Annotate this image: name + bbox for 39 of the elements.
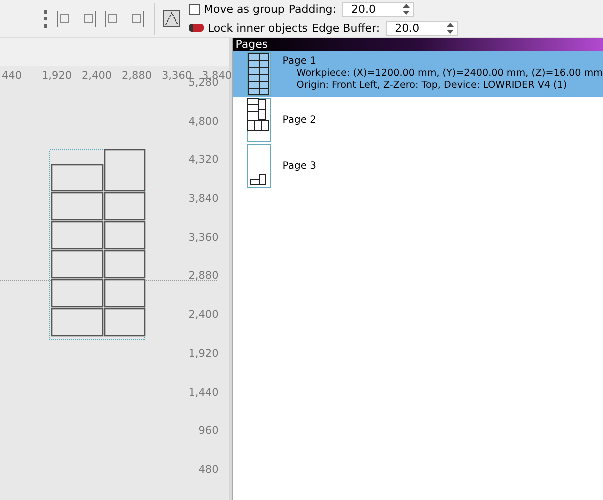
page-thumbnail-icon [246,98,271,142]
spinner-arrows-icon[interactable] [403,4,410,14]
padding-field[interactable]: 20.0 [342,2,414,16]
sheet-layout-drawing[interactable] [49,149,146,343]
page-thumbnail-icon [246,144,271,188]
page-name: Page 3 [282,160,317,172]
page-details: Workpiece: (X)=1200.00 mm, (Y)=2400.00 mm, (Z)=16.00 mm [296,68,603,79]
ruler-label: 2,880 [122,70,154,82]
ruler-label: 5,280 [188,77,219,91]
page-name: Page 1 [282,56,318,67]
page-item[interactable]: Page 3 [232,143,603,189]
page-item[interactable]: Page 1 Workpiece: (X)=1200.00 mm, (Y)=2400.00 mm, (Z)=16.00 mm Origin: Front Left, Z-Zero: Top, Device: LOWRIDER V4 (1) [232,51,603,97]
edge-buffer-label: Edge Buffer: [312,22,380,34]
ruler-label: 1,920 [42,70,74,82]
ruler-label: 3,840 [188,193,219,208]
checkbox[interactable] [189,4,200,14]
grip-icon [44,10,50,28]
option-label: Move as group [204,2,285,16]
page-name: Page 2 [282,114,317,126]
ruler-label: 440 [2,70,24,82]
option-label: Lock inner objects [208,22,308,34]
spinner-arrows-icon[interactable] [447,22,454,34]
ruler-label: 3,360 [188,232,219,246]
panel-title: Pages [232,38,603,51]
padding-label: Padding: [288,2,336,16]
ruler-label: 2,400 [188,309,219,324]
page-details: Origin: Front Left, Z-Zero: Top, Device: LOWRIDER V4 (1) [296,80,568,91]
page-item[interactable]: Page 2 [232,97,603,143]
edge-buffer-field[interactable]: 20.0 [386,20,458,36]
ruler-label: 2,400 [82,70,114,82]
ruler-label: 4,320 [188,154,219,168]
ruler-label: 480 [198,464,219,478]
ruler-label: 1,440 [188,386,219,400]
ruler-label: 4,800 [188,116,219,130]
toggle-switch[interactable] [189,24,204,32]
ruler-label: 2,880 [188,270,219,284]
page-thumbnail-icon [246,52,271,96]
ruler-label: 1,920 [188,348,219,362]
ruler-label: 960 [198,425,219,440]
